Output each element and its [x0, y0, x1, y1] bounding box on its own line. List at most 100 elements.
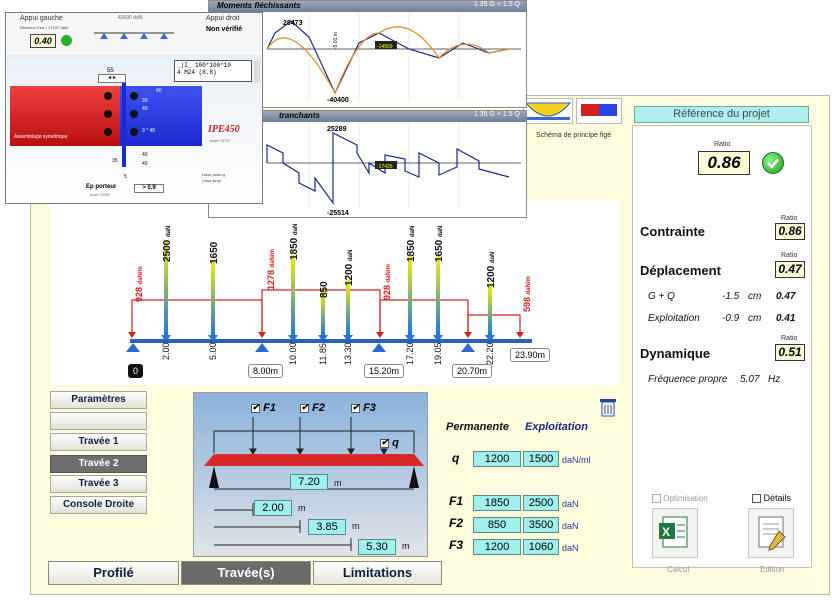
blue-endplate: [122, 82, 126, 167]
f2-check[interactable]: F2: [300, 402, 325, 414]
bolts-value: 4 M24 (8.8): [177, 69, 217, 76]
frequency-unit: Hz: [768, 374, 781, 385]
excel-icon: X: [659, 516, 688, 548]
exploitation-label: Exploitation: [648, 313, 700, 324]
span-length-unit: m: [334, 478, 342, 488]
dynamique-ratio-label: Ratio: [781, 335, 798, 342]
details-checkbox[interactable]: [752, 494, 761, 504]
q-unit: daN/ml: [562, 455, 591, 465]
q-expl-input[interactable]: 1500: [523, 451, 559, 467]
expl-header: Exploitation: [525, 421, 588, 433]
f1-expl-input[interactable]: 2500: [523, 495, 559, 511]
tab-travees[interactable]: Travée(s): [181, 561, 311, 585]
dynamique-value: 0.51: [775, 344, 805, 361]
calcul-button[interactable]: X: [652, 508, 698, 558]
svg-text:X: X: [662, 525, 670, 539]
f2-position-input[interactable]: 3.85: [308, 519, 346, 535]
f2-expl-input[interactable]: 3500: [523, 517, 559, 533]
position-label: 5.00: [208, 342, 218, 360]
f1-check[interactable]: F1: [251, 402, 276, 414]
profile-scroll[interactable]: [254, 60, 260, 82]
section-view-icon[interactable]: [576, 98, 622, 124]
load-label: 1850 daN: [406, 226, 417, 262]
bolt-dim: 3 * 45: [142, 128, 156, 134]
schema-label: Schéma de principe figé: [536, 132, 612, 139]
contrainte-ratio-label: Ratio: [781, 215, 798, 222]
edit-document-icon: [758, 516, 786, 551]
f1-position-unit: m: [298, 503, 306, 513]
position-sub: Lisse simp.: [202, 178, 223, 183]
optimisation-option[interactable]: Optimisation: [652, 494, 708, 504]
beam-end-label: 23.90m: [510, 348, 551, 362]
load-label: 1650 daN: [434, 226, 445, 262]
distributed-label: 598 daN/m: [522, 276, 532, 312]
f1-checkbox[interactable]: [251, 402, 260, 413]
deplacement-value: 0.47: [775, 261, 805, 278]
shear-max: 25289: [327, 126, 347, 133]
row-label-f2: F2: [449, 516, 464, 530]
nav-parametres[interactable]: Paramètres: [50, 391, 147, 409]
exploitation-ratio: 0.41: [776, 313, 796, 324]
f1-perm-input[interactable]: 1850: [473, 495, 521, 511]
moments-note: -5.01 m: [333, 32, 339, 49]
nav-console-droite[interactable]: Console Droite: [50, 496, 147, 514]
f2-unit: daN: [562, 521, 579, 531]
section-label: IPE450: [208, 124, 240, 135]
position-label: Lisse porte-g.: [202, 172, 227, 177]
nav-travee-3[interactable]: Travée 3: [50, 475, 147, 493]
ratio-label: Ratio: [714, 141, 731, 148]
position-label: 2.00: [161, 342, 171, 360]
bolt-dim: 40: [142, 152, 148, 158]
f3-position-input[interactable]: 5.30: [358, 539, 396, 555]
support-ratio: 0.40: [30, 34, 56, 48]
distributed-label: 928 daN/m: [134, 266, 144, 302]
bolt-dim: 35: [112, 158, 118, 164]
tab-limitations[interactable]: Limitations: [313, 561, 442, 585]
exploitation-value: -0.9: [722, 313, 740, 324]
gq-value: -1.5: [722, 291, 740, 302]
moments-title: Moments fléchissants: [217, 1, 301, 10]
f1-unit: daN: [562, 499, 579, 509]
nav-empty[interactable]: [50, 412, 147, 430]
moments-combo: 1.35 G + 1.5 Q: [473, 1, 520, 8]
bolt-4: [130, 92, 138, 100]
f3-expl-input[interactable]: 1060: [523, 539, 559, 555]
verif-label: Non vérifié: [206, 26, 243, 33]
ok-check-icon: [762, 152, 784, 174]
f3-checkbox[interactable]: [351, 402, 360, 413]
position-label: 19.05: [433, 342, 443, 365]
row-label-f3: F3: [449, 538, 464, 552]
nav-travee-1[interactable]: Travée 1: [50, 433, 147, 451]
supports: [126, 343, 475, 352]
support-header: Appui gauche Réaction Vsd = 17197 daN 42…: [6, 13, 262, 53]
f3-check[interactable]: F3: [351, 402, 376, 414]
span-length-input[interactable]: 7.20: [290, 474, 328, 490]
q-checkbox[interactable]: [380, 437, 389, 448]
load-label: 1650: [209, 241, 220, 264]
details-option[interactable]: Détails: [752, 493, 791, 504]
optimisation-checkbox[interactable]: [652, 494, 661, 504]
distributed-label: 1278 daN/m: [266, 249, 276, 290]
f1-position-input[interactable]: 2.00: [254, 500, 292, 516]
edition-button[interactable]: [748, 508, 794, 558]
f2-checkbox[interactable]: [300, 402, 309, 413]
stepper-box[interactable]: ◂ ▸: [98, 74, 126, 83]
diagram-view-icon[interactable]: [523, 98, 573, 124]
support-sub: Acier S235: [90, 192, 110, 197]
gq-label: G + Q: [648, 291, 675, 302]
support-ok-icon: [61, 35, 72, 46]
bolt-dim: 5: [124, 174, 127, 180]
bolt-2: [104, 110, 112, 118]
nav-travee-2[interactable]: Travée 2: [50, 455, 147, 473]
q-check[interactable]: q: [380, 437, 399, 449]
profile-label: _|I_ 100*100*10 4 M24 (8.8): [174, 60, 252, 82]
contrainte-label: Contrainte: [640, 224, 705, 239]
trash-icon[interactable]: [596, 396, 620, 418]
f3-perm-input[interactable]: 1200: [473, 539, 521, 555]
f2-perm-input[interactable]: 850: [473, 517, 521, 533]
support-label-1: 8.00m: [248, 364, 284, 378]
f2-label: F2: [312, 402, 325, 414]
support-label-0: 0: [128, 364, 144, 378]
tab-profile[interactable]: Profilé: [48, 561, 179, 585]
q-perm-input[interactable]: 1200: [473, 451, 521, 467]
